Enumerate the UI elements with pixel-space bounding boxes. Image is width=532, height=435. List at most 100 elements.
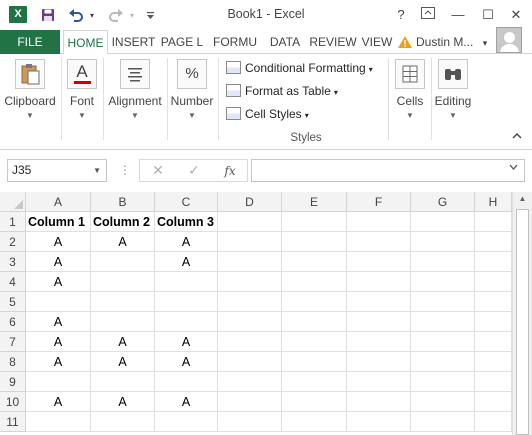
- collapse-ribbon-icon[interactable]: [512, 130, 522, 142]
- avatar[interactable]: [496, 27, 522, 53]
- editing-group[interactable]: Editing ▼: [432, 54, 474, 150]
- font-group[interactable]: A Font ▼: [62, 54, 102, 150]
- cells-dropdown-icon[interactable]: ▼: [390, 111, 430, 120]
- cell-a2[interactable]: A: [26, 232, 91, 252]
- select-all-button[interactable]: [0, 192, 26, 212]
- cell-b2[interactable]: A: [91, 232, 155, 252]
- cell-d8[interactable]: [218, 352, 282, 372]
- row-header-4[interactable]: 4: [0, 272, 26, 292]
- cancel-icon[interactable]: ✕: [146, 162, 170, 179]
- cell-b3[interactable]: [91, 252, 155, 272]
- cell-styles-button[interactable]: Cell Styles ▾: [226, 104, 309, 124]
- cell-f1[interactable]: [347, 212, 411, 232]
- cell-c3[interactable]: A: [155, 252, 218, 272]
- maximize-button[interactable]: ☐: [476, 5, 500, 25]
- column-header-g[interactable]: G: [411, 192, 475, 212]
- cell-h6[interactable]: [475, 312, 512, 332]
- cell-g11[interactable]: [411, 412, 475, 432]
- help-button[interactable]: ?: [389, 5, 413, 25]
- cell-h8[interactable]: [475, 352, 512, 372]
- vertical-scrollbar[interactable]: ▲: [512, 192, 532, 435]
- cell-b6[interactable]: [91, 312, 155, 332]
- cell-d11[interactable]: [218, 412, 282, 432]
- format-as-table-button[interactable]: Format as Table ▾: [226, 81, 338, 101]
- cell-g5[interactable]: [411, 292, 475, 312]
- formula-bar-grip-icon[interactable]: ⋮: [119, 163, 131, 177]
- cell-b9[interactable]: [91, 372, 155, 392]
- row-header-8[interactable]: 8: [0, 352, 26, 372]
- cell-g4[interactable]: [411, 272, 475, 292]
- row-header-1[interactable]: 1: [0, 212, 26, 232]
- clipboard-dropdown-icon[interactable]: ▼: [0, 111, 60, 120]
- cell-a5[interactable]: [26, 292, 91, 312]
- cell-f3[interactable]: [347, 252, 411, 272]
- column-header-d[interactable]: D: [218, 192, 282, 212]
- cell-e8[interactable]: [282, 352, 347, 372]
- cell-a6[interactable]: A: [26, 312, 91, 332]
- cell-d9[interactable]: [218, 372, 282, 392]
- cell-h9[interactable]: [475, 372, 512, 392]
- cell-g1[interactable]: [411, 212, 475, 232]
- cell-e1[interactable]: [282, 212, 347, 232]
- cell-d1[interactable]: [218, 212, 282, 232]
- enter-icon[interactable]: ✓: [182, 162, 206, 179]
- customize-qat-icon[interactable]: [144, 5, 156, 25]
- cell-b8[interactable]: A: [91, 352, 155, 372]
- tab-insert[interactable]: INSERT: [110, 30, 157, 54]
- user-dropdown-icon[interactable]: ▾: [483, 38, 488, 48]
- column-header-h[interactable]: H: [475, 192, 512, 212]
- cell-a11[interactable]: [26, 412, 91, 432]
- tab-data[interactable]: DATA: [265, 30, 305, 54]
- cell-d3[interactable]: [218, 252, 282, 272]
- cell-h2[interactable]: [475, 232, 512, 252]
- cell-b11[interactable]: [91, 412, 155, 432]
- cell-f4[interactable]: [347, 272, 411, 292]
- column-header-b[interactable]: B: [91, 192, 155, 212]
- row-header-9[interactable]: 9: [0, 372, 26, 392]
- cell-b5[interactable]: [91, 292, 155, 312]
- column-header-a[interactable]: A: [26, 192, 91, 212]
- expand-formula-bar-icon[interactable]: [509, 162, 518, 172]
- insert-function-icon[interactable]: fx: [218, 164, 242, 178]
- cell-b10[interactable]: A: [91, 392, 155, 412]
- cell-d10[interactable]: [218, 392, 282, 412]
- cell-h10[interactable]: [475, 392, 512, 412]
- row-header-11[interactable]: 11: [0, 412, 26, 432]
- cell-e9[interactable]: [282, 372, 347, 392]
- alignment-dropdown-icon[interactable]: ▼: [104, 111, 166, 120]
- cell-f6[interactable]: [347, 312, 411, 332]
- cell-g2[interactable]: [411, 232, 475, 252]
- close-button[interactable]: ✕: [504, 5, 528, 25]
- cell-c10[interactable]: A: [155, 392, 218, 412]
- cell-b4[interactable]: [91, 272, 155, 292]
- column-header-c[interactable]: C: [155, 192, 218, 212]
- cell-e11[interactable]: [282, 412, 347, 432]
- row-header-3[interactable]: 3: [0, 252, 26, 272]
- cell-c4[interactable]: [155, 272, 218, 292]
- cell-e6[interactable]: [282, 312, 347, 332]
- cell-h7[interactable]: [475, 332, 512, 352]
- row-header-10[interactable]: 10: [0, 392, 26, 412]
- number-group[interactable]: % Number ▼: [168, 54, 216, 150]
- tab-formulas[interactable]: FORMU: [210, 30, 260, 54]
- cell-d5[interactable]: [218, 292, 282, 312]
- cell-g3[interactable]: [411, 252, 475, 272]
- column-header-f[interactable]: F: [347, 192, 411, 212]
- cell-a4[interactable]: A: [26, 272, 91, 292]
- cell-f10[interactable]: [347, 392, 411, 412]
- row-header-2[interactable]: 2: [0, 232, 26, 252]
- row-header-5[interactable]: 5: [0, 292, 26, 312]
- save-icon[interactable]: [38, 5, 58, 25]
- chevron-down-icon[interactable]: ▼: [93, 160, 101, 181]
- redo-dropdown-icon[interactable]: ▾: [127, 5, 137, 25]
- tab-view[interactable]: VIEW: [359, 30, 395, 54]
- cell-c6[interactable]: [155, 312, 218, 332]
- cell-h11[interactable]: [475, 412, 512, 432]
- cell-f7[interactable]: [347, 332, 411, 352]
- formula-input[interactable]: [251, 159, 525, 182]
- cell-h3[interactable]: [475, 252, 512, 272]
- ribbon-display-options-icon[interactable]: [416, 5, 440, 25]
- conditional-formatting-button[interactable]: Conditional Formatting ▾: [226, 58, 373, 78]
- user-account[interactable]: Dustin M... ▾: [398, 30, 487, 54]
- undo-dropdown-icon[interactable]: ▾: [87, 5, 97, 25]
